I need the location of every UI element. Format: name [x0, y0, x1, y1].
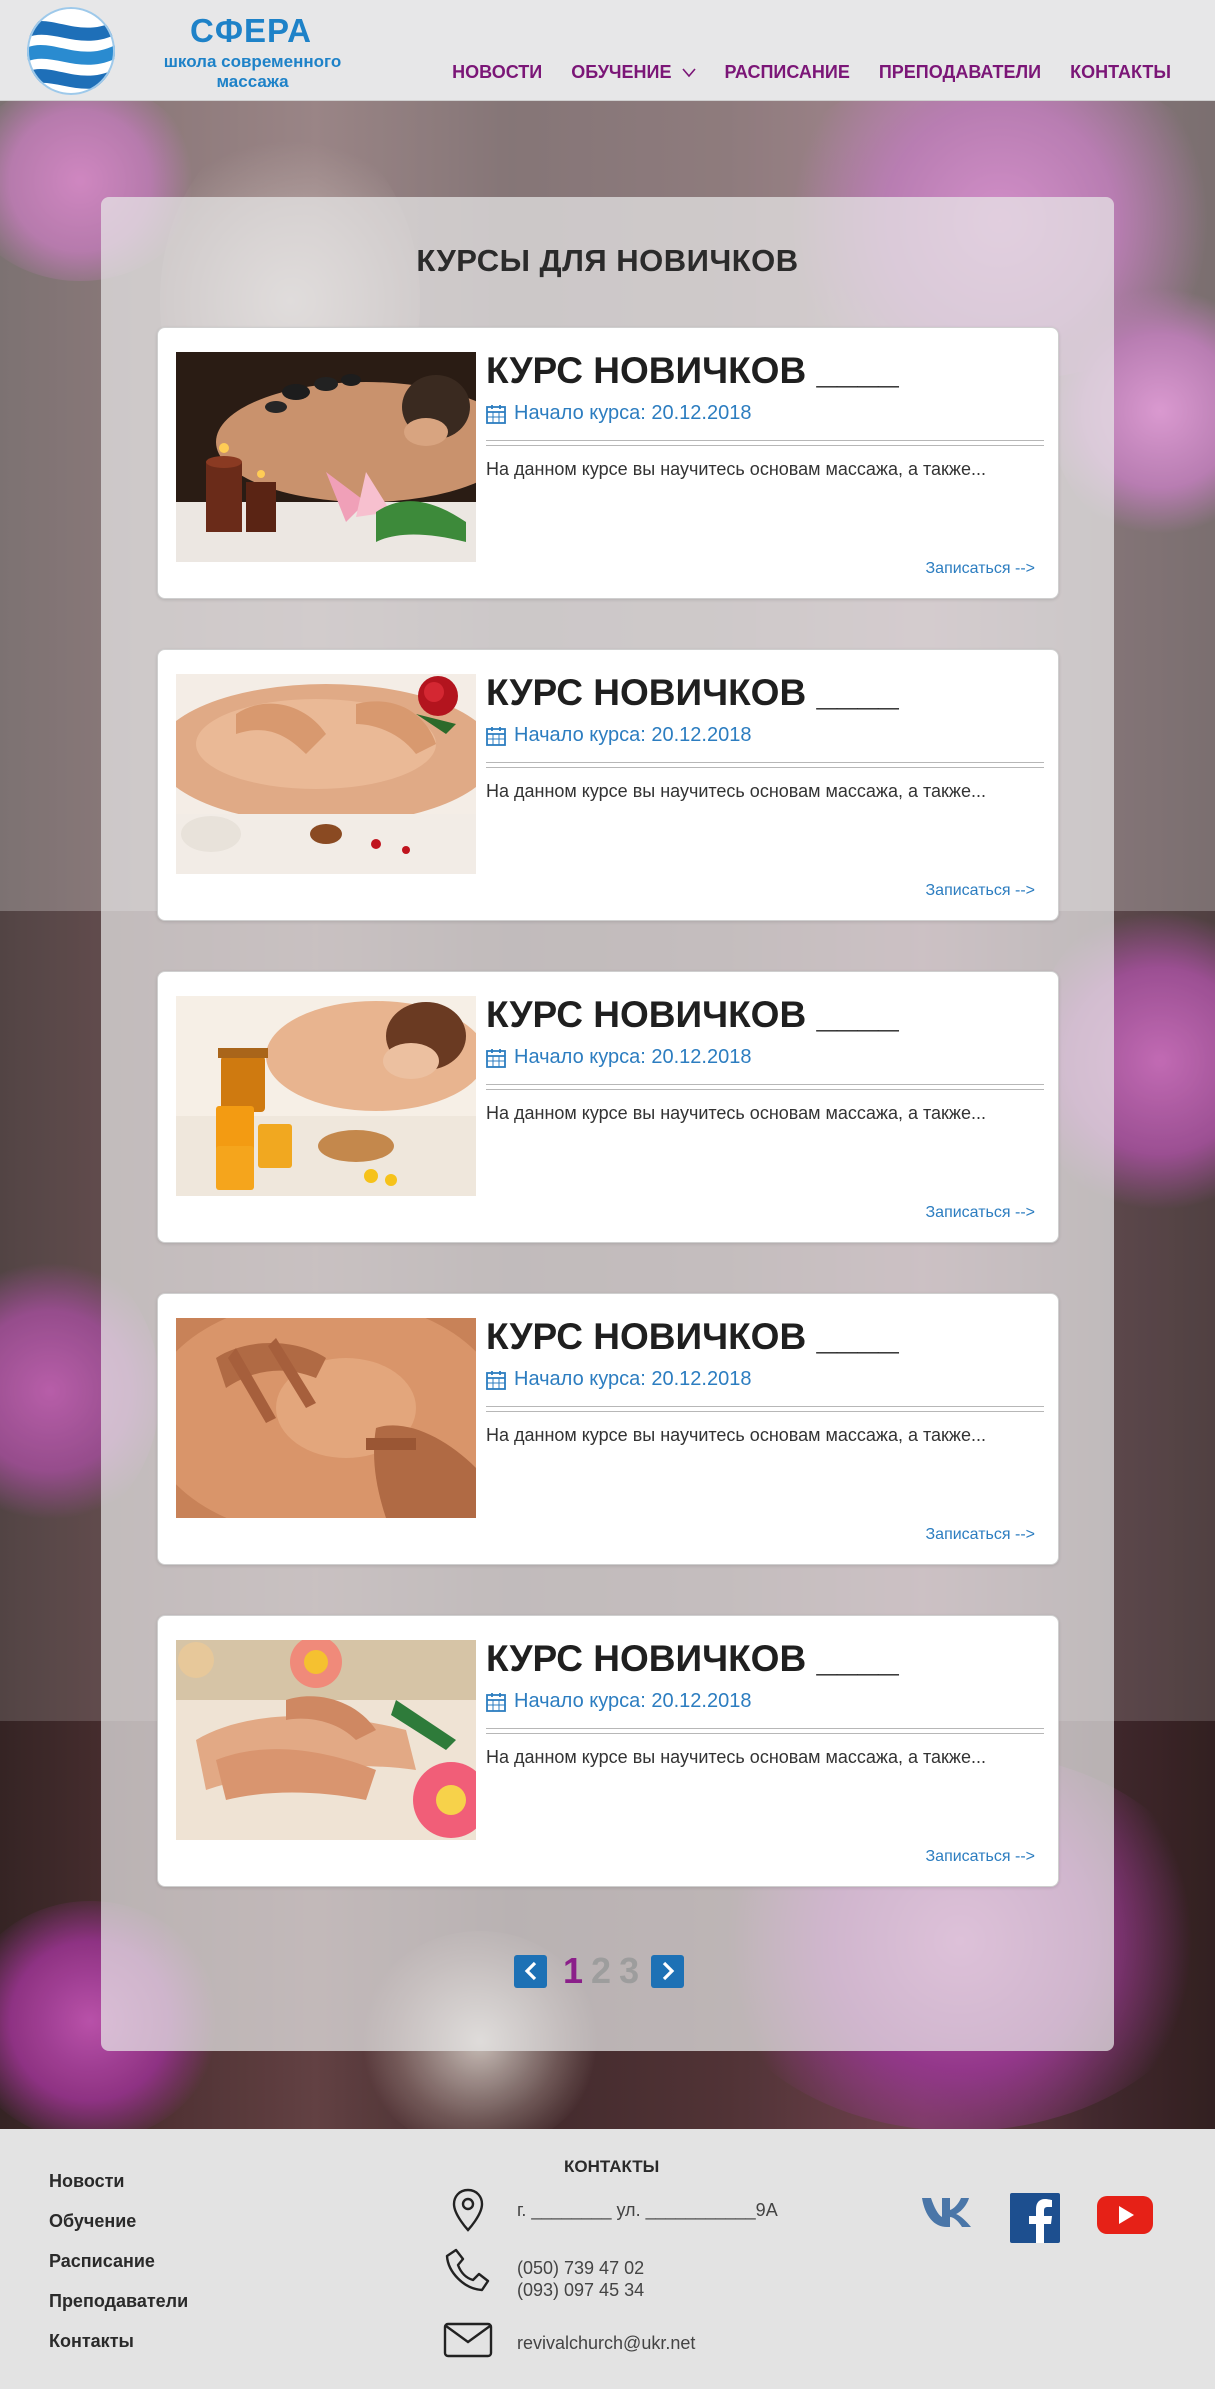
calendar-icon — [486, 1370, 506, 1390]
nav-item-news[interactable]: НОВОСТИ — [452, 62, 542, 83]
page-number[interactable]: 2 — [591, 1953, 611, 1989]
enroll-link[interactable]: Записаться --> — [926, 560, 1035, 578]
page-number[interactable]: 3 — [619, 1953, 639, 1989]
divider — [486, 1406, 1044, 1412]
course-date-text: Начало курса: 20.12.2018 — [514, 1046, 752, 1068]
course-date: Начало курса: 20.12.2018 — [486, 1690, 751, 1713]
course-title[interactable]: КУРС НОВИЧКОВ ____ — [486, 672, 899, 714]
divider — [486, 762, 1044, 768]
footer-link-contacts[interactable]: Контакты — [49, 2331, 188, 2352]
mail-icon — [443, 2322, 493, 2358]
logo-title[interactable]: СФЕРА — [190, 12, 311, 50]
logo-subtitle-line-1: школа современного — [163, 52, 342, 71]
chevron-right-icon — [662, 1961, 674, 1981]
divider — [486, 1728, 1044, 1734]
youtube-icon[interactable] — [1096, 2194, 1154, 2236]
course-date: Начало курса: 20.12.2018 — [486, 1368, 751, 1391]
course-description: На данном курсе вы научитесь основам мас… — [486, 1103, 986, 1123]
course-date: Начало курса: 20.12.2018 — [486, 1046, 751, 1069]
course-title[interactable]: КУРС НОВИЧКОВ ____ — [486, 994, 899, 1036]
nav-label: НОВОСТИ — [452, 62, 543, 82]
phone-icon — [445, 2248, 490, 2292]
nav-label: ОБУЧЕНИЕ — [571, 62, 672, 82]
footer-nav: Новости Обучение Расписание Преподавател… — [49, 2171, 188, 2371]
chevron-left-icon — [524, 1961, 536, 1981]
calendar-icon — [486, 404, 506, 424]
next-page-button[interactable] — [651, 1954, 685, 1988]
course-image[interactable] — [176, 674, 476, 884]
course-card: КУРС НОВИЧКОВ ____ Начало курса: 20.12.2… — [157, 649, 1059, 921]
phone-2-text[interactable]: (093) 097 45 34 — [517, 2279, 644, 2301]
course-description: На данном курсе вы научитесь основам мас… — [486, 459, 986, 479]
chevron-down-icon — [681, 62, 696, 83]
course-description: На данном курсе вы научитесь основам мас… — [486, 1747, 986, 1767]
site-footer: Новости Обучение Расписание Преподавател… — [0, 2129, 1215, 2389]
logo-icon[interactable] — [24, 6, 118, 96]
prev-page-button[interactable] — [514, 1954, 547, 1988]
course-card: КУРС НОВИЧКОВ ____ Начало курса: 20.12.2… — [157, 971, 1059, 1243]
location-pin-icon — [452, 2188, 484, 2232]
nav-item-teachers[interactable]: ПРЕПОДАВАТЕЛИ — [879, 62, 1041, 83]
nav-label: КОНТАКТЫ — [1070, 62, 1171, 82]
course-date: Начало курса: 20.12.2018 — [486, 402, 751, 425]
calendar-icon — [486, 1692, 506, 1712]
course-date-text: Начало курса: 20.12.2018 — [514, 402, 752, 424]
course-image[interactable] — [176, 1318, 476, 1528]
pagination: 1 2 3 — [514, 1953, 685, 1989]
course-date-text: Начало курса: 20.12.2018 — [514, 1690, 752, 1712]
course-card: КУРС НОВИЧКОВ ____ Начало курса: 20.12.2… — [157, 1615, 1059, 1887]
logo-subtitle-line-2: массажа — [216, 72, 289, 91]
site-header: СФЕРА школа современного массажа НОВОСТИ… — [0, 0, 1215, 101]
course-card: КУРС НОВИЧКОВ ____ Начало курса: 20.12.2… — [157, 327, 1059, 599]
nav-item-contacts[interactable]: КОНТАКТЫ — [1070, 62, 1171, 83]
calendar-icon — [486, 1048, 506, 1068]
facebook-icon[interactable] — [1010, 2193, 1060, 2243]
course-date-text: Начало курса: 20.12.2018 — [514, 724, 752, 746]
enroll-link[interactable]: Записаться --> — [926, 882, 1035, 900]
address-text: г. ________ ул. ___________9А — [517, 2200, 778, 2220]
nav-item-education[interactable]: ОБУЧЕНИЕ — [571, 62, 696, 83]
course-title[interactable]: КУРС НОВИЧКОВ ____ — [486, 1638, 899, 1680]
main-nav: НОВОСТИ ОБУЧЕНИЕ РАСПИСАНИЕ ПРЕПОДАВАТЕЛ… — [423, 62, 1171, 83]
logo-subtitle: школа современного массажа — [145, 52, 360, 92]
course-description: На данном курсе вы научитесь основам мас… — [486, 781, 986, 801]
course-card: КУРС НОВИЧКОВ ____ Начало курса: 20.12.2… — [157, 1293, 1059, 1565]
course-image[interactable] — [176, 996, 476, 1206]
footer-link-news[interactable]: Новости — [49, 2171, 188, 2192]
nav-label: ПРЕПОДАВАТЕЛИ — [878, 62, 1042, 82]
vk-icon[interactable] — [920, 2195, 978, 2229]
course-image[interactable] — [176, 1640, 476, 1850]
course-title[interactable]: КУРС НОВИЧКОВ ____ — [486, 1316, 899, 1358]
course-description: На данном курсе вы научитесь основам мас… — [486, 1425, 986, 1445]
enroll-link[interactable]: Записаться --> — [926, 1526, 1035, 1544]
enroll-link[interactable]: Записаться --> — [926, 1204, 1035, 1222]
nav-label: РАСПИСАНИЕ — [724, 62, 850, 82]
footer-link-schedule[interactable]: Расписание — [49, 2251, 188, 2272]
course-image[interactable] — [176, 352, 476, 562]
enroll-link[interactable]: Записаться --> — [926, 1848, 1035, 1866]
phone-1-text[interactable]: (050) 739 47 02 — [517, 2257, 644, 2279]
divider — [486, 440, 1044, 446]
section-title: КУРСЫ ДЛЯ НОВИЧКОВ — [416, 243, 799, 278]
nav-item-schedule[interactable]: РАСПИСАНИЕ — [725, 62, 850, 83]
footer-link-teachers[interactable]: Преподаватели — [49, 2291, 188, 2312]
email-text[interactable]: revivalchurch@ukr.net — [517, 2332, 695, 2354]
calendar-icon — [486, 726, 506, 746]
divider — [486, 1084, 1044, 1090]
contacts-title: КОНТАКТЫ — [564, 2157, 660, 2176]
course-date-text: Начало курса: 20.12.2018 — [514, 1368, 752, 1390]
page-number-current[interactable]: 1 — [563, 1953, 583, 1989]
course-title[interactable]: КУРС НОВИЧКОВ ____ — [486, 350, 899, 392]
footer-link-education[interactable]: Обучение — [49, 2211, 188, 2232]
course-date: Начало курса: 20.12.2018 — [486, 724, 751, 747]
